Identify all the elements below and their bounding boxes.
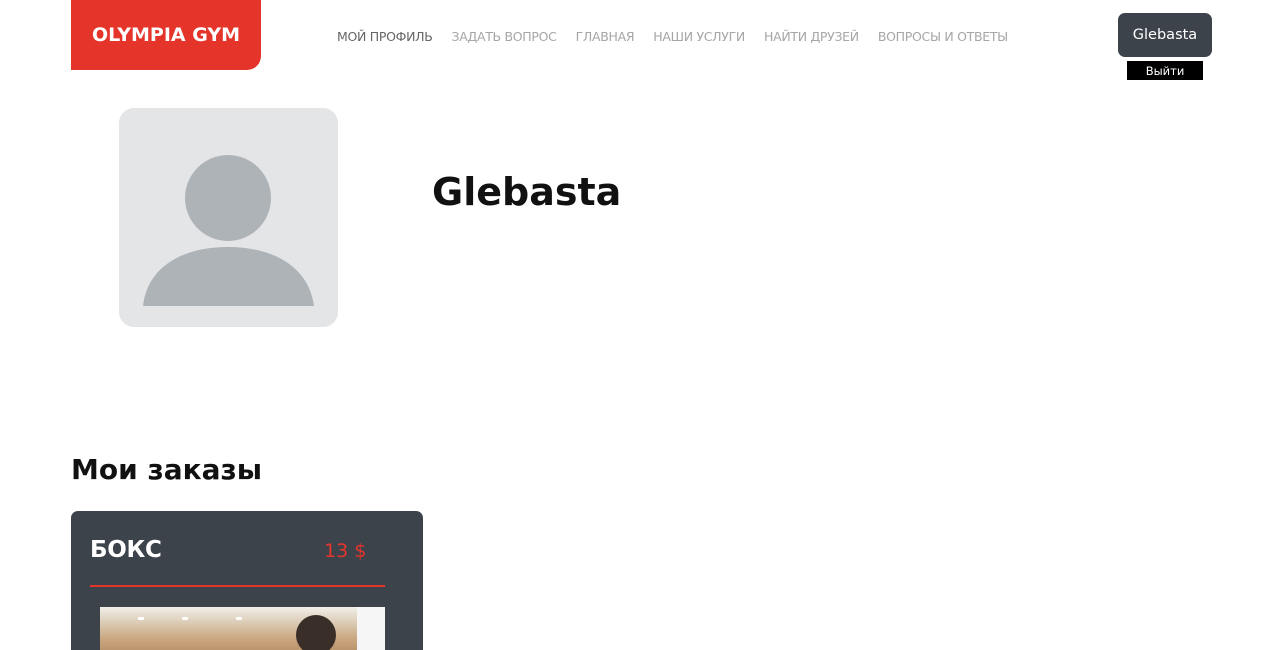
order-card-divider bbox=[90, 585, 385, 587]
order-card[interactable]: БОКС 13 $ bbox=[71, 511, 423, 650]
user-account-button[interactable]: Glebasta bbox=[1118, 13, 1212, 57]
nav-item-faq[interactable]: ВОПРОСЫ И ОТВЕТЫ bbox=[878, 29, 1008, 44]
order-card-title: БОКС bbox=[90, 537, 162, 563]
logo[interactable]: OLYMPIA GYM bbox=[71, 0, 261, 70]
order-card-image bbox=[100, 607, 385, 650]
profile-avatar bbox=[119, 108, 338, 327]
order-card-price: 13 $ bbox=[324, 540, 367, 562]
logout-button[interactable]: Выйти bbox=[1127, 61, 1203, 80]
nav-item-home[interactable]: ГЛАВНАЯ bbox=[576, 29, 635, 44]
user-silhouette-icon bbox=[143, 155, 314, 306]
profile-name: Glebasta bbox=[432, 170, 622, 214]
nav-item-our-services[interactable]: НАШИ УСЛУГИ bbox=[653, 29, 745, 44]
nav-item-find-friends[interactable]: НАЙТИ ДРУЗЕЙ bbox=[764, 29, 859, 44]
nav-item-my-profile[interactable]: МОЙ ПРОФИЛЬ bbox=[337, 29, 433, 44]
nav-item-ask-question[interactable]: ЗАДАТЬ ВОПРОС bbox=[452, 29, 557, 44]
main-nav: МОЙ ПРОФИЛЬ ЗАДАТЬ ВОПРОС ГЛАВНАЯ НАШИ У… bbox=[337, 27, 1027, 45]
orders-title: Мои заказы bbox=[71, 453, 263, 486]
